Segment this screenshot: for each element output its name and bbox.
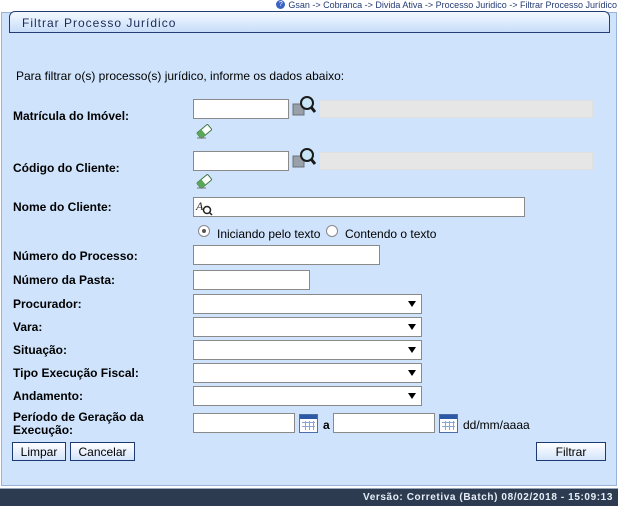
tipo-execucao-select[interactable] bbox=[193, 363, 422, 383]
breadcrumb-text: Gsan -> Cobranca -> Divida Ativa -> Proc… bbox=[288, 0, 617, 10]
limpar-button[interactable]: Limpar bbox=[12, 442, 66, 461]
radio-contains-label: Contendo o texto bbox=[345, 227, 437, 241]
radio-starts-with[interactable] bbox=[198, 225, 210, 237]
tipo-execucao-label: Tipo Execução Fiscal: bbox=[13, 366, 139, 380]
codigo-cliente-input[interactable] bbox=[193, 151, 289, 171]
filtrar-button[interactable]: Filtrar bbox=[536, 442, 606, 461]
matricula-label: Matrícula do Imóvel: bbox=[13, 109, 130, 123]
calendar-icon[interactable] bbox=[299, 414, 318, 433]
radio-contains[interactable] bbox=[326, 225, 338, 237]
periodo-to-input[interactable] bbox=[333, 413, 435, 433]
chevron-down-icon bbox=[408, 324, 416, 330]
numero-processo-input[interactable] bbox=[193, 245, 380, 265]
numero-processo-label: Número do Processo: bbox=[13, 249, 138, 263]
date-format-hint: dd/mm/aaaa bbox=[463, 418, 530, 432]
periodo-label-line2: Execução: bbox=[13, 423, 74, 437]
matricula-input[interactable] bbox=[193, 99, 289, 119]
eraser-icon[interactable] bbox=[195, 122, 213, 140]
numero-pasta-input[interactable] bbox=[193, 270, 310, 290]
eraser-icon[interactable] bbox=[195, 172, 213, 190]
text-search-icon: A bbox=[195, 199, 213, 216]
radio-starts-with-label: Iniciando pelo texto bbox=[217, 227, 321, 241]
chevron-down-icon bbox=[408, 301, 416, 307]
help-icon[interactable]: ? bbox=[276, 0, 286, 9]
nome-cliente-input[interactable] bbox=[193, 197, 525, 217]
breadcrumb: ? Gsan -> Cobranca -> Divida Ativa -> Pro… bbox=[0, 0, 618, 10]
chevron-down-icon bbox=[408, 393, 416, 399]
procurador-select[interactable] bbox=[193, 294, 422, 314]
nome-cliente-label: Nome do Cliente: bbox=[13, 200, 112, 214]
version-footer: Versão: Corretiva (Batch) 08/02/2018 - 1… bbox=[0, 488, 618, 506]
vara-label: Vara: bbox=[13, 320, 43, 334]
codigo-cliente-description bbox=[319, 152, 593, 170]
periodo-from-input[interactable] bbox=[193, 413, 295, 433]
cancelar-button[interactable]: Cancelar bbox=[70, 442, 135, 461]
magnifier-icon[interactable] bbox=[292, 147, 316, 169]
svg-text:A: A bbox=[195, 199, 204, 213]
calendar-icon[interactable] bbox=[439, 414, 458, 433]
situacao-select[interactable] bbox=[193, 340, 422, 360]
instructions-text: Para filtrar o(s) processo(s) jurídico, … bbox=[16, 69, 345, 83]
andamento-select[interactable] bbox=[193, 386, 422, 406]
periodo-label-line1: Período de Geração da bbox=[13, 410, 144, 424]
andamento-label: Andamento: bbox=[13, 389, 83, 403]
magnifier-icon[interactable] bbox=[292, 95, 316, 117]
matricula-description bbox=[319, 100, 593, 118]
chevron-down-icon bbox=[408, 347, 416, 353]
vara-select[interactable] bbox=[193, 317, 422, 337]
panel-title: Filtrar Processo Jurídico bbox=[22, 16, 177, 30]
panel-titlebar: Filtrar Processo Jurídico bbox=[9, 11, 610, 33]
procurador-label: Procurador: bbox=[13, 297, 82, 311]
numero-pasta-label: Número da Pasta: bbox=[13, 273, 116, 287]
codigo-cliente-label: Código do Cliente: bbox=[13, 161, 120, 175]
situacao-label: Situação: bbox=[13, 343, 68, 357]
chevron-down-icon bbox=[408, 370, 416, 376]
periodo-separator: a bbox=[323, 418, 330, 432]
